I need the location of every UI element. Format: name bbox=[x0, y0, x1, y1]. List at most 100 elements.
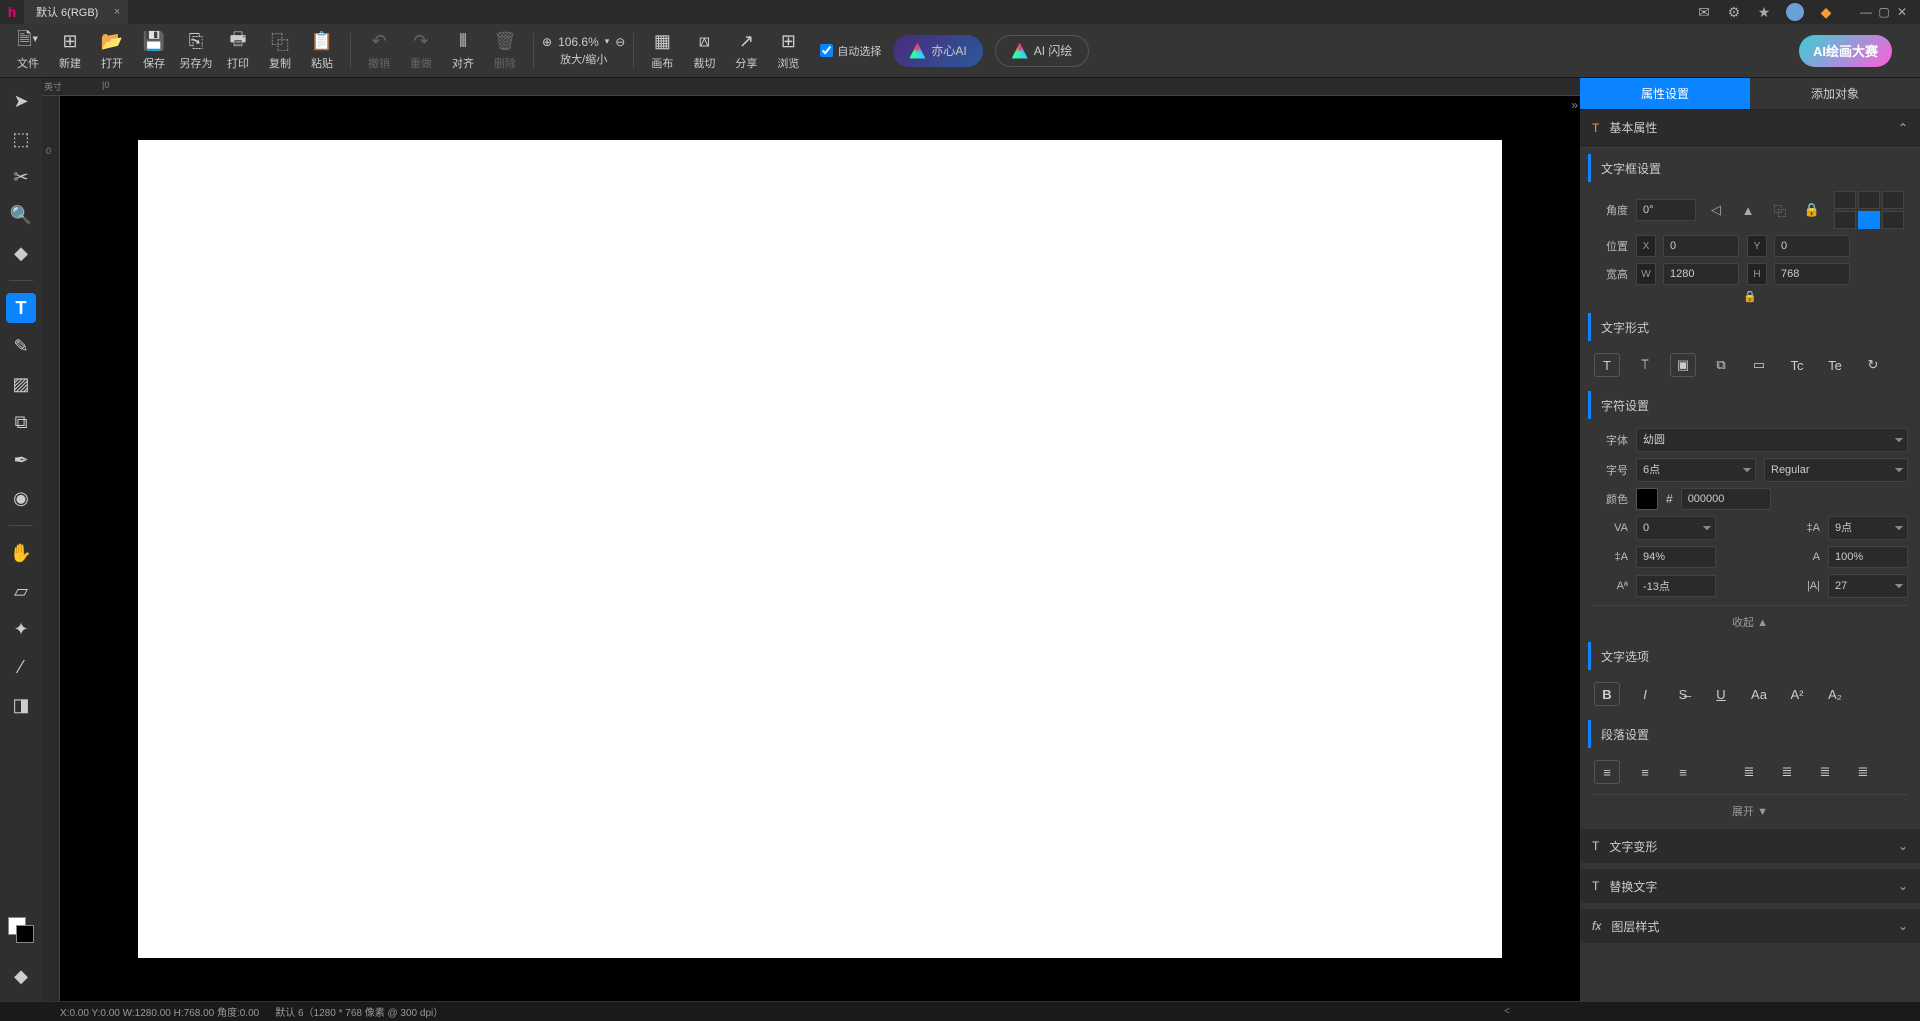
document-tab[interactable]: 默认 6(RGB) × bbox=[24, 0, 128, 24]
auto-select-checkbox[interactable]: 自动选择 bbox=[820, 43, 881, 59]
close-icon[interactable]: × bbox=[114, 6, 120, 18]
anchor-br[interactable] bbox=[1882, 211, 1904, 229]
anchor-tr[interactable] bbox=[1882, 191, 1904, 209]
ai-promo-button[interactable]: AI绘画大赛 bbox=[1799, 35, 1892, 67]
chevron-up-icon[interactable]: ⌃ bbox=[1898, 121, 1908, 135]
hscale-input[interactable] bbox=[1828, 546, 1908, 568]
text-refresh-icon[interactable]: ↻ bbox=[1860, 353, 1886, 377]
layers-icon[interactable]: ◆ bbox=[6, 961, 36, 991]
magic-wand-tool[interactable]: 🔍 bbox=[6, 200, 36, 230]
canvas-button[interactable]: ▦画布 bbox=[642, 26, 682, 76]
maximize-icon[interactable]: ▢ bbox=[1876, 4, 1892, 20]
width-input[interactable] bbox=[1663, 263, 1739, 285]
tab-add-object[interactable]: 添加对象 bbox=[1750, 78, 1920, 109]
copy-icon[interactable]: ⿻ bbox=[1768, 199, 1792, 221]
font-select[interactable]: 幼圆 bbox=[1636, 428, 1908, 452]
anchor-bl[interactable] bbox=[1834, 211, 1856, 229]
premium-icon[interactable]: ◆ bbox=[1818, 4, 1834, 20]
delete-button[interactable]: 🗑删除 bbox=[485, 26, 525, 76]
pos-y-input[interactable] bbox=[1774, 235, 1850, 257]
pen-tool[interactable]: ✒ bbox=[6, 445, 36, 475]
fontsize-select[interactable]: 6点 bbox=[1636, 458, 1756, 482]
gradient-tool[interactable]: ◨ bbox=[6, 690, 36, 720]
justify-full-button[interactable]: ≣ bbox=[1850, 760, 1876, 784]
capitalize-button[interactable]: Aa bbox=[1746, 682, 1772, 706]
text-tc-icon[interactable]: Tc bbox=[1784, 353, 1810, 377]
angle-input[interactable] bbox=[1636, 199, 1696, 221]
anchor-tc[interactable] bbox=[1858, 191, 1880, 209]
print-button[interactable]: 🖶打印 bbox=[218, 26, 258, 76]
zoom-in-icon[interactable]: ⊕ bbox=[542, 35, 552, 49]
tracking-select[interactable]: 27 bbox=[1828, 574, 1908, 598]
redo-button[interactable]: ↷重做 bbox=[401, 26, 441, 76]
lasso-tool[interactable]: ✂ bbox=[6, 162, 36, 192]
align-button[interactable]: ⫴对齐 bbox=[443, 26, 483, 76]
clone-tool[interactable]: ⧉ bbox=[6, 407, 36, 437]
text-path-icon[interactable]: ⧉ bbox=[1708, 353, 1734, 377]
zoom-control[interactable]: ⊕ 106.6% ▾ ⊖ 放大/缩小 bbox=[542, 35, 625, 67]
strikethrough-button[interactable]: S̶ bbox=[1670, 682, 1696, 706]
fontweight-select[interactable]: Regular bbox=[1764, 458, 1908, 482]
minimize-icon[interactable]: — bbox=[1858, 4, 1874, 20]
justify-left-button[interactable]: ≣ bbox=[1736, 760, 1762, 784]
kerning-select[interactable]: 0 bbox=[1636, 516, 1716, 540]
chevron-down-icon[interactable]: ▾ bbox=[605, 36, 610, 47]
vscale-input[interactable] bbox=[1636, 546, 1716, 568]
fill-tool[interactable]: ◆ bbox=[6, 238, 36, 268]
justify-center-button[interactable]: ≣ bbox=[1774, 760, 1800, 784]
mail-icon[interactable]: ✉ bbox=[1696, 4, 1712, 20]
save-button[interactable]: 💾保存 bbox=[134, 26, 174, 76]
paste-button[interactable]: 📋粘贴 bbox=[302, 26, 342, 76]
hand-tool[interactable]: ✋ bbox=[6, 538, 36, 568]
justify-right-button[interactable]: ≣ bbox=[1812, 760, 1838, 784]
bold-button[interactable]: B bbox=[1594, 682, 1620, 706]
canvas[interactable] bbox=[138, 140, 1502, 958]
height-input[interactable] bbox=[1774, 263, 1850, 285]
collapse-button[interactable]: 收起 ▲ bbox=[1580, 610, 1920, 634]
section-basic-attrs[interactable]: T 基本属性 ⌃ bbox=[1580, 110, 1920, 146]
lock-icon[interactable]: 🔒 bbox=[1800, 199, 1824, 221]
tab-properties[interactable]: 属性设置 bbox=[1580, 78, 1750, 109]
section-alt-text[interactable]: T 替换文字 ⌄ bbox=[1580, 869, 1920, 903]
text-horizontal-icon[interactable]: T bbox=[1594, 353, 1620, 377]
avatar[interactable] bbox=[1786, 3, 1804, 21]
text-frame-icon[interactable]: ▭ bbox=[1746, 353, 1772, 377]
text-tool[interactable]: T bbox=[6, 293, 36, 323]
subscript-button[interactable]: A₂ bbox=[1822, 682, 1848, 706]
brush-tool[interactable]: ✎ bbox=[6, 331, 36, 361]
superscript-button[interactable]: A² bbox=[1784, 682, 1810, 706]
color-hex-input[interactable] bbox=[1681, 488, 1771, 510]
section-layer-style[interactable]: fx 图层样式 ⌄ bbox=[1580, 909, 1920, 943]
chevron-down-icon[interactable]: ⌄ bbox=[1898, 919, 1908, 933]
shape-tool[interactable]: ◉ bbox=[6, 483, 36, 513]
color-swatches[interactable] bbox=[8, 917, 34, 943]
anchor-bc[interactable] bbox=[1858, 211, 1880, 229]
leading-select[interactable]: 9点 bbox=[1828, 516, 1908, 540]
move-tool[interactable]: ➤ bbox=[6, 86, 36, 116]
gear-icon[interactable]: ⚙ bbox=[1726, 4, 1742, 20]
align-left-button[interactable]: ≡ bbox=[1594, 760, 1620, 784]
file-button[interactable]: 🗎▾文件 bbox=[8, 26, 48, 76]
close-window-icon[interactable]: ✕ bbox=[1894, 4, 1910, 20]
panel-toggle-icon[interactable]: » bbox=[1571, 98, 1578, 112]
saveas-button[interactable]: ⎘另存为 bbox=[176, 26, 216, 76]
flip-h-icon[interactable]: ◁ bbox=[1704, 199, 1728, 221]
align-right-button[interactable]: ≡ bbox=[1670, 760, 1696, 784]
text-te-icon[interactable]: Te bbox=[1822, 353, 1848, 377]
eyedropper-tool[interactable]: ⁄ bbox=[6, 652, 36, 682]
browse-button[interactable]: ⊞浏览 bbox=[768, 26, 808, 76]
pos-x-input[interactable] bbox=[1663, 235, 1739, 257]
help-icon[interactable]: ★ bbox=[1756, 4, 1772, 20]
zoom-out-icon[interactable]: ⊖ bbox=[615, 35, 625, 49]
chevron-down-icon[interactable]: ⌄ bbox=[1898, 839, 1908, 853]
ai-flash-button[interactable]: AI 闪绘 bbox=[995, 35, 1090, 67]
text-vertical-icon[interactable]: ⟙ bbox=[1632, 353, 1658, 377]
eraser-tool[interactable]: ▨ bbox=[6, 369, 36, 399]
auto-select-input[interactable] bbox=[820, 44, 833, 57]
share-button[interactable]: ↗分享 bbox=[726, 26, 766, 76]
chevron-down-icon[interactable]: ⌄ bbox=[1898, 879, 1908, 893]
anchor-grid[interactable] bbox=[1834, 191, 1904, 229]
undo-button[interactable]: ↶撤销 bbox=[359, 26, 399, 76]
new-button[interactable]: ⊞新建 bbox=[50, 26, 90, 76]
status-scroll-indicator[interactable]: < bbox=[1504, 1006, 1510, 1017]
